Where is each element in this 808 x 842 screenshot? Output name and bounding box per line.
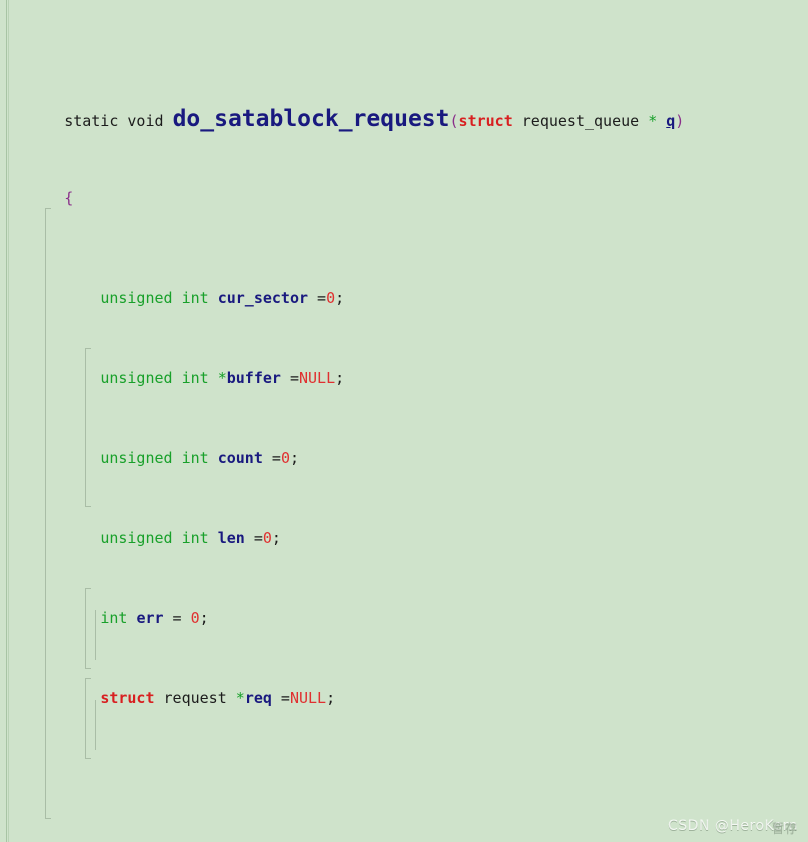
source-code-block[interactable]: static void do_satablock_request( struct … — [0, 0, 808, 842]
macro-null: NULL — [289, 689, 327, 707]
decl-count: count — [217, 449, 263, 467]
assign-op: = — [163, 609, 191, 627]
literal-zero: 0 — [190, 609, 200, 627]
function-name: do_satablock_request — [172, 106, 450, 132]
decl-len: len — [217, 529, 245, 547]
code-line-decl-buffer: unsigned int *buffer =NULL; — [0, 348, 808, 387]
signature-open-paren: ( — [449, 112, 459, 130]
code-line-decl-cur-sector: unsigned int cur_sector =0; — [0, 268, 808, 307]
type-unsigned-int: unsigned int — [100, 449, 209, 467]
macro-null: NULL — [299, 369, 336, 387]
code-line-signature: static void do_satablock_request(struct … — [0, 80, 808, 132]
assign-op: = — [262, 449, 281, 467]
type-unsigned-int: unsigned int — [100, 289, 209, 307]
pointer-star: * — [235, 689, 245, 707]
type-unsigned-int: unsigned int — [100, 369, 209, 387]
semicolon: ; — [289, 449, 299, 467]
keyword-static: static — [64, 112, 119, 130]
code-line-decl-err: int err = 0; — [0, 588, 808, 627]
keyword-struct: struct — [458, 112, 513, 130]
decl-buffer: buffer — [226, 369, 281, 387]
type-unsigned-int: unsigned int — [100, 529, 209, 547]
code-line-open-brace: { — [0, 168, 808, 207]
code-editor-viewport[interactable]: static void do_satablock_request( struct … — [0, 0, 808, 842]
semicolon: ; — [335, 289, 345, 307]
code-line-decl-req: struct request *req =NULL; — [0, 668, 808, 707]
type-int: int — [100, 609, 128, 627]
assign-op: = — [280, 369, 299, 387]
literal-zero: 0 — [280, 449, 290, 467]
decl-err: err — [136, 609, 164, 627]
semicolon: ; — [326, 689, 336, 707]
literal-zero: 0 — [326, 289, 336, 307]
assign-op: = — [271, 689, 290, 707]
decl-req: req — [244, 689, 272, 707]
code-line-decl-len: unsigned int len =0; — [0, 508, 808, 547]
pointer-star: * — [648, 112, 658, 130]
semicolon: ; — [199, 609, 209, 627]
signature-close-paren: ) — [675, 112, 685, 130]
code-line-req-fetch: req = blk_fetch_request(q); — [0, 828, 808, 842]
keyword-void: void — [127, 112, 164, 130]
brace-open-function: { — [64, 189, 74, 207]
semicolon: ; — [335, 369, 345, 387]
pointer-star: * — [208, 369, 227, 387]
assign-op: = — [308, 289, 327, 307]
semicolon: ; — [271, 529, 281, 547]
keyword-struct: struct — [100, 689, 155, 707]
param-name-q: q — [666, 112, 676, 130]
assign-op: = — [244, 529, 263, 547]
code-line-decl-count: unsigned int count =0; — [0, 428, 808, 467]
param-type: request_queue — [521, 112, 640, 130]
type-request: request — [154, 689, 236, 707]
decl-cur-sector: cur_sector — [217, 289, 309, 307]
literal-zero: 0 — [262, 529, 272, 547]
